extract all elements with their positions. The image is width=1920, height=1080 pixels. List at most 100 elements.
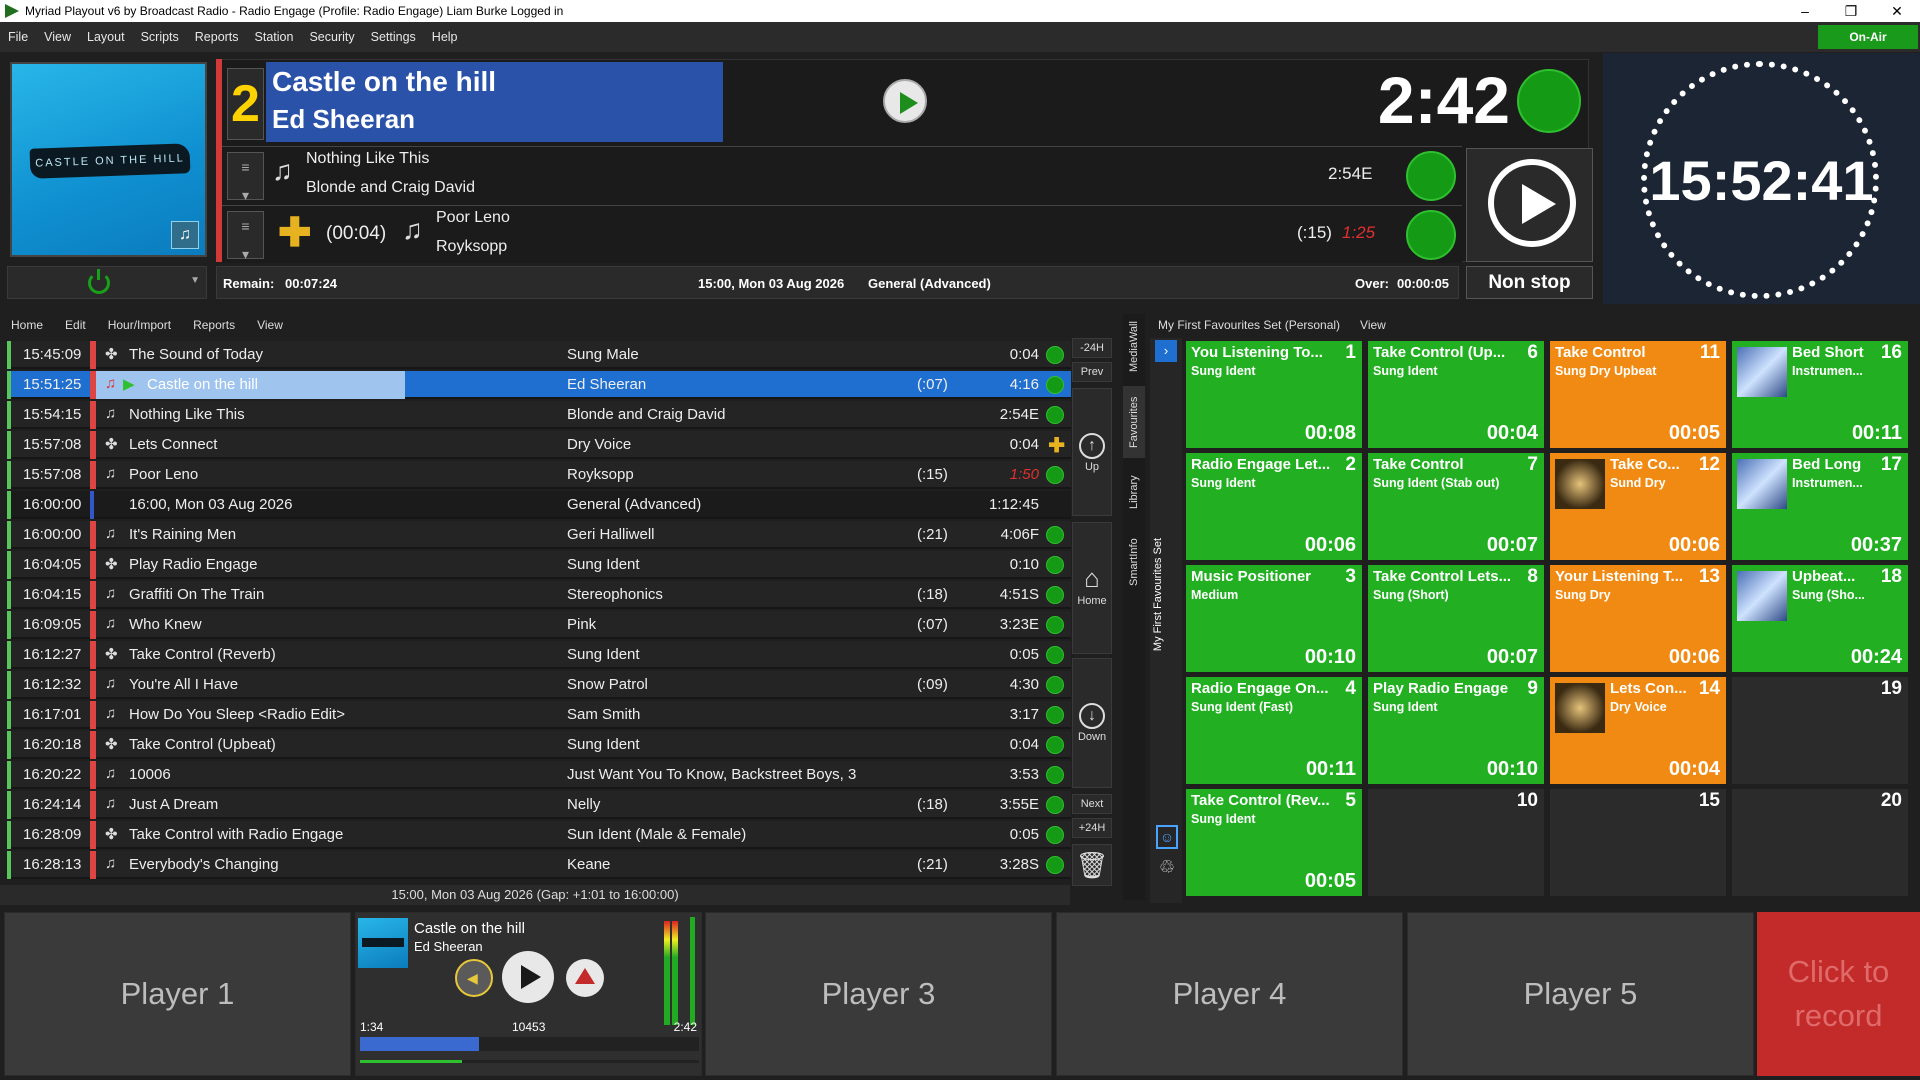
log-menu-home[interactable]: Home bbox=[0, 318, 54, 332]
menu-layout[interactable]: Layout bbox=[79, 30, 133, 44]
player-1[interactable]: Player 1 bbox=[4, 912, 351, 1076]
prev-button[interactable]: Prev bbox=[1072, 362, 1112, 382]
favourite-tile-15[interactable]: 15 bbox=[1550, 789, 1726, 896]
favourite-tile-12[interactable]: Take Co... Sund Dry 12 00:06 bbox=[1550, 453, 1726, 560]
favourite-tile-16[interactable]: Bed Short Instrumen... 16 00:11 bbox=[1732, 341, 1908, 448]
tab-smartinfo[interactable]: SmartInfo bbox=[1123, 526, 1145, 598]
favourite-tile-8[interactable]: Take Control Lets... Sung (Short) 8 00:07 bbox=[1368, 565, 1544, 672]
favourite-tile-17[interactable]: Bed Long Instrumen... 17 00:37 bbox=[1732, 453, 1908, 560]
player-play-button[interactable] bbox=[502, 951, 554, 1003]
log-row[interactable]: 15:54:15 ♫ Nothing Like This Blonde and Cra… bbox=[7, 401, 1071, 429]
level-slider[interactable] bbox=[360, 1060, 699, 1063]
favourite-tile-14[interactable]: Lets Con... Dry Voice 14 00:04 bbox=[1550, 677, 1726, 784]
log-row[interactable]: 16:04:05 ✤ Play Radio Engage Sung Ident 0:10 bbox=[7, 551, 1071, 579]
favourite-tile-6[interactable]: Take Control (Up... Sung Ident 6 00:04 bbox=[1368, 341, 1544, 448]
log-row[interactable]: 16:28:13 ♫ Everybody's Changing Keane (:21) 3… bbox=[7, 851, 1071, 879]
nonstop-button[interactable]: Non stop bbox=[1466, 266, 1593, 299]
minus-24h-button[interactable]: -24H bbox=[1072, 338, 1112, 358]
home-button[interactable]: ⌂ Home bbox=[1072, 522, 1112, 654]
favourite-tile-10[interactable]: 10 bbox=[1368, 789, 1544, 896]
favourite-tile-13[interactable]: Your Listening T... Sung Dry 13 00:06 bbox=[1550, 565, 1726, 672]
log-row[interactable]: 16:00:00 ♫ It's Raining Men Geri Halliwell (… bbox=[7, 521, 1071, 549]
log-row[interactable]: 16:24:14 ♫ Just A Dream Nelly (:18) 3:55E bbox=[7, 791, 1071, 819]
log-row[interactable]: 16:09:05 ♫ Who Knew Pink (:07) 3:23E bbox=[7, 611, 1071, 639]
tile-duration: 00:37 bbox=[1850, 534, 1902, 556]
drag-handle-icon[interactable]: ≡ ▾ bbox=[227, 211, 264, 262]
up-button[interactable]: ↑ Up bbox=[1072, 388, 1112, 516]
favourite-tile-1[interactable]: You Listening To... Sung Ident 1 00:08 bbox=[1186, 341, 1362, 448]
log-menu-edit[interactable]: Edit bbox=[54, 318, 97, 332]
start-button[interactable] bbox=[1466, 148, 1593, 262]
tab-library[interactable]: Library bbox=[1123, 462, 1145, 522]
log-row[interactable]: 15:51:25 ♫ ▶ Castle on the hill Ed Sheeran (:… bbox=[7, 371, 1071, 399]
log-row[interactable]: 16:20:18 ✤ Take Control (Upbeat) Sung Ident… bbox=[7, 731, 1071, 759]
power-icon[interactable] bbox=[88, 269, 110, 294]
row-time: 16:00:00 bbox=[23, 526, 82, 543]
favourite-tile-9[interactable]: Play Radio Engage Sung Ident 9 00:10 bbox=[1368, 677, 1544, 784]
log-row[interactable]: 16:12:27 ✤ Take Control (Reverb) Sung Ident… bbox=[7, 641, 1071, 669]
tile-title: Bed Long bbox=[1792, 456, 1862, 473]
log-row[interactable]: 15:45:09 ✤ The Sound of Today Sung Male 0:04 bbox=[7, 341, 1071, 369]
on-air-button[interactable]: On-Air bbox=[1818, 25, 1918, 49]
player-2[interactable]: Castle on the hill Ed Sheeran ◀ 1:34 104… bbox=[355, 912, 702, 1076]
tab-favourites[interactable]: Favourites bbox=[1123, 386, 1145, 458]
power-bar[interactable]: ▼ bbox=[7, 266, 207, 299]
favourite-tile-20[interactable]: 20 bbox=[1732, 789, 1908, 896]
add-icon[interactable]: ✚ bbox=[278, 212, 312, 254]
menu-station[interactable]: Station bbox=[247, 30, 302, 44]
menu-settings[interactable]: Settings bbox=[363, 30, 424, 44]
player-5[interactable]: Player 5 bbox=[1407, 912, 1754, 1076]
favourite-tile-5[interactable]: Take Control (Rev... Sung Ident 5 00:05 bbox=[1186, 789, 1362, 896]
music-note-icon[interactable]: ♫ bbox=[171, 221, 199, 249]
eject-button[interactable] bbox=[566, 959, 604, 997]
plus-24h-button[interactable]: +24H bbox=[1072, 818, 1112, 838]
log-row[interactable]: 16:28:09 ✤ Take Control with Radio Engage S… bbox=[7, 821, 1071, 849]
favourite-tile-3[interactable]: Music Positioner Medium 3 00:10 bbox=[1186, 565, 1362, 672]
hour-header-row[interactable]: 16:00:00 16:00, Mon 03 Aug 2026 General (A… bbox=[7, 491, 1071, 519]
close-button[interactable]: ✕ bbox=[1874, 0, 1920, 22]
menu-scripts[interactable]: Scripts bbox=[133, 30, 187, 44]
log-row[interactable]: 16:04:15 ♫ Graffiti On The Train Stereophon… bbox=[7, 581, 1071, 609]
progress-bar[interactable] bbox=[360, 1037, 699, 1051]
menu-reports[interactable]: Reports bbox=[187, 30, 247, 44]
next-item-2[interactable]: ≡ ▾ ✚ (00:04) ♫ Poor Leno Royksopp (:15) … bbox=[222, 205, 1462, 263]
player-3[interactable]: Player 3 bbox=[705, 912, 1052, 1076]
rewind-button[interactable]: ◀ bbox=[455, 959, 493, 997]
chevron-down-icon[interactable]: ▼ bbox=[190, 275, 200, 286]
favourite-tile-7[interactable]: Take Control Sung Ident (Stab out) 7 00:07 bbox=[1368, 453, 1544, 560]
next-item-duration: 1:25 bbox=[1342, 223, 1376, 242]
play-button[interactable] bbox=[883, 79, 927, 123]
log-row[interactable]: 15:57:08 ♫ Poor Leno Royksopp (:15) 1:50 bbox=[7, 461, 1071, 489]
menu-file[interactable]: File bbox=[0, 30, 36, 44]
drag-handle-icon[interactable]: ≡ ▾ bbox=[227, 152, 264, 203]
favourite-tile-2[interactable]: Radio Engage Let... Sung Ident 2 00:06 bbox=[1186, 453, 1362, 560]
next-item-1[interactable]: ≡ ▾ ♫ Nothing Like This Blonde and Craig … bbox=[222, 146, 1462, 204]
row-title: Castle on the hill bbox=[147, 376, 258, 393]
menu-security[interactable]: Security bbox=[301, 30, 362, 44]
user-icon[interactable]: ☺ bbox=[1156, 825, 1178, 849]
log-row[interactable]: 16:12:32 ♫ You're All I Have Snow Patrol (:0… bbox=[7, 671, 1071, 699]
log-row[interactable]: 16:17:01 ♫ How Do You Sleep <Radio Edit> Sa… bbox=[7, 701, 1071, 729]
log-row[interactable]: 16:20:22 ♫ 10006 Just Want You To Know, Bac… bbox=[7, 761, 1071, 789]
share-icon[interactable]: ♲ bbox=[1156, 857, 1178, 881]
favourite-tile-19[interactable]: 19 bbox=[1732, 677, 1908, 784]
log-menu-reports[interactable]: Reports bbox=[182, 318, 246, 332]
log-menu-hour-import[interactable]: Hour/Import bbox=[97, 318, 182, 332]
log-menu-view[interactable]: View bbox=[246, 318, 294, 332]
menu-view[interactable]: View bbox=[36, 30, 79, 44]
tab-mediawall[interactable]: MediaWall bbox=[1123, 314, 1145, 380]
trash-icon[interactable]: 🗑 bbox=[1072, 844, 1112, 886]
favourites-view-menu[interactable]: View bbox=[1360, 318, 1386, 332]
favourite-tile-4[interactable]: Radio Engage On... Sung Ident (Fast) 4 00:1… bbox=[1186, 677, 1362, 784]
minimize-button[interactable]: – bbox=[1782, 0, 1828, 22]
next-button[interactable]: Next bbox=[1072, 794, 1112, 814]
log-row[interactable]: 15:57:08 ✤ Lets Connect Dry Voice 0:04 ✚ bbox=[7, 431, 1071, 459]
chevron-right-icon[interactable]: › bbox=[1155, 340, 1177, 362]
favourite-tile-18[interactable]: Upbeat... Sung (Sho... 18 00:24 bbox=[1732, 565, 1908, 672]
menu-help[interactable]: Help bbox=[424, 30, 466, 44]
favourite-tile-11[interactable]: Take Control Sung Dry Upbeat 11 00:05 bbox=[1550, 341, 1726, 448]
record-button[interactable]: Click to record bbox=[1757, 912, 1920, 1076]
player-4[interactable]: Player 4 bbox=[1056, 912, 1403, 1076]
maximize-button[interactable]: ❐ bbox=[1828, 0, 1874, 22]
down-button[interactable]: ↓ Down bbox=[1072, 658, 1112, 788]
